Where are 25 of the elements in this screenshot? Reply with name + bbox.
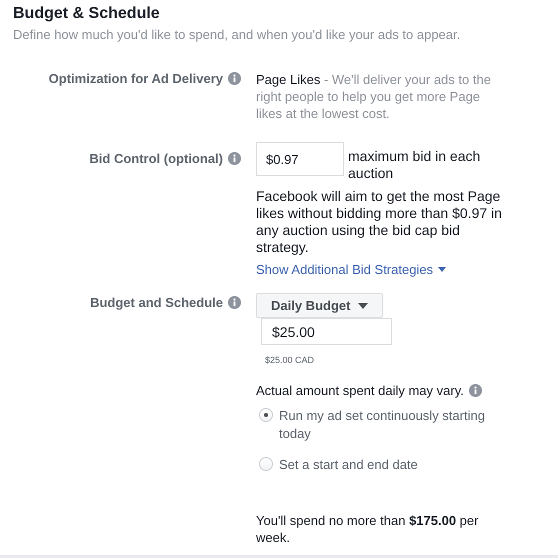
bid-note: Facebook will aim to get the most Page likes without bidding more than $0.97 in any auction using the bid cap bid strategy. <box>256 188 503 256</box>
radio-button[interactable] <box>259 457 273 471</box>
info-icon[interactable] <box>468 384 482 397</box>
field-label: Budget and Schedule <box>90 295 223 311</box>
bid-suffix: maximum bid in each auction <box>348 147 482 182</box>
optimization-description: Page Likes - We'll deliver your ads to the right people to help you get more Page likes at the lowest cost. <box>256 71 492 122</box>
budget-amount-field[interactable]: $25.00 <box>261 318 392 345</box>
info-icon[interactable] <box>228 152 241 165</box>
bid-amount-field[interactable]: $0.97 <box>256 142 344 176</box>
section-title: Budget & Schedule <box>13 4 161 24</box>
budget-type-dropdown[interactable]: Daily Budget <box>256 293 384 318</box>
radio-button[interactable] <box>259 408 273 422</box>
caret-icon <box>358 302 368 308</box>
currency-note: $25.00 CAD <box>265 355 314 365</box>
section-subtitle: Define how much you'd like to spend, and when you'd like your ads to appear. <box>13 26 462 43</box>
spend-summary: You'll spend no more than $175.00 per week. <box>256 512 480 546</box>
info-icon[interactable] <box>228 72 241 85</box>
field-label: Optimization for Ad Delivery <box>48 71 223 87</box>
spend-notice: Actual amount spent daily may vary. <box>256 383 464 398</box>
field-label: Bid Control (optional) <box>89 151 223 167</box>
info-icon[interactable] <box>228 296 241 309</box>
radio-label[interactable]: Run my ad set continuously starting today <box>279 407 494 443</box>
caret-icon <box>438 267 446 272</box>
bid-strategies-link[interactable]: Show Additional Bid Strategies <box>256 262 446 277</box>
radio-label[interactable]: Set a start and end date <box>279 456 494 474</box>
